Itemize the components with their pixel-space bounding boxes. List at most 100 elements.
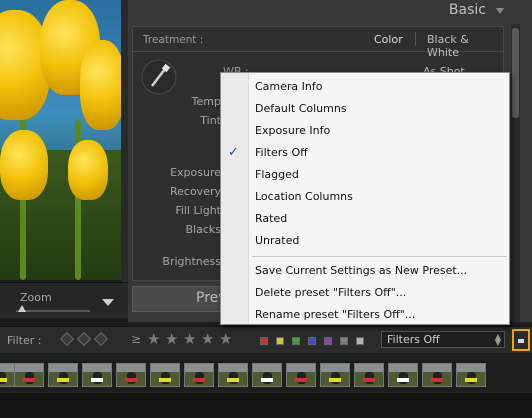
- select-arrows-icon: ▲ ▼: [494, 332, 501, 347]
- filmstrip-thumbnail[interactable]: [116, 363, 146, 387]
- panel-header[interactable]: Basic: [128, 0, 508, 24]
- thumbnail-bike: [91, 378, 103, 382]
- menu-item-filters-off[interactable]: Filters Off: [250, 141, 509, 163]
- photo-tulip: [0, 130, 48, 200]
- thumbnail-bike: [193, 378, 205, 382]
- photo-preview: [0, 0, 121, 280]
- thumbnail-bike: [159, 378, 171, 382]
- filmstrip-thumbnail[interactable]: [82, 363, 112, 387]
- thumbnail-bike: [431, 378, 443, 382]
- filter-preset-select[interactable]: Filters Off ▲ ▼: [381, 331, 505, 348]
- filmstrip-thumbnail[interactable]: [388, 363, 418, 387]
- panel-collapse-icon[interactable]: [496, 8, 504, 14]
- blacks-label: Blacks: [185, 223, 222, 236]
- filmstrip-thumbnail[interactable]: [456, 363, 486, 387]
- color-label-other[interactable]: [340, 337, 348, 345]
- exposure-label: Exposure: [170, 166, 221, 179]
- zoom-slider-thumb[interactable]: [18, 305, 26, 312]
- thumbnail-bike: [295, 378, 307, 382]
- rating-star-icon[interactable]: ★: [147, 330, 160, 348]
- thumbnail-bike: [227, 378, 239, 382]
- menu-item-camera-info[interactable]: Camera Info: [250, 75, 509, 97]
- treatment-row: Treatment : Color Black & White: [133, 27, 503, 59]
- menu-item-location-columns[interactable]: Location Columns: [250, 185, 509, 207]
- thumbnail-sky: [49, 364, 77, 372]
- rating-star-icon[interactable]: ★: [183, 330, 196, 348]
- filmstrip-thumbnail[interactable]: [150, 363, 180, 387]
- filter-bar: Filter : ≥ ★ ★ ★ ★ ★ Filters Off ▲ ▼: [0, 326, 532, 353]
- checkmark-icon: ✓: [228, 145, 239, 160]
- menu-item-save-preset[interactable]: Save Current Settings as New Preset...: [250, 259, 509, 281]
- thumbnail-sky: [457, 364, 485, 372]
- menu-separator: [252, 256, 507, 257]
- menu-gutter: [221, 73, 249, 324]
- thumbnail-sky: [287, 364, 315, 372]
- flag-filter-picked-icon[interactable]: [59, 331, 75, 347]
- rating-star-icon[interactable]: ★: [219, 330, 232, 348]
- rating-star-icon[interactable]: ★: [201, 330, 214, 348]
- filmstrip-thumbnail[interactable]: [354, 363, 384, 387]
- menu-item-exposure-info[interactable]: Exposure Info: [250, 119, 509, 141]
- filmstrip-bottom: [0, 392, 532, 418]
- color-label-purple[interactable]: [324, 337, 332, 345]
- filmstrip: [0, 354, 532, 392]
- color-label-yellow[interactable]: [276, 337, 284, 345]
- previous-button[interactable]: Prev: [132, 286, 226, 312]
- filmstrip-thumbnail[interactable]: [286, 363, 316, 387]
- thumbnail-sky: [321, 364, 349, 372]
- fill-light-label: Fill Light: [175, 204, 221, 217]
- color-label-blue[interactable]: [308, 337, 316, 345]
- filmstrip-thumbnail[interactable]: [14, 363, 44, 387]
- thumbnail-sky: [151, 364, 179, 372]
- lock-icon: [518, 339, 524, 343]
- thumbnail-bike: [23, 378, 35, 382]
- treatment-color-button[interactable]: Color: [374, 33, 403, 46]
- tint-label: Tint: [200, 114, 221, 127]
- filmstrip-thumbnail[interactable]: [48, 363, 78, 387]
- thumbnail-sky: [253, 364, 281, 372]
- zoom-bar: Zoom: [0, 282, 128, 318]
- treatment-bw-button[interactable]: Black & White: [427, 33, 503, 59]
- color-label-green[interactable]: [292, 337, 300, 345]
- thumbnail-sky: [15, 364, 43, 372]
- brightness-label: Brightness: [162, 255, 221, 268]
- menu-item-unrated[interactable]: Unrated: [250, 229, 509, 251]
- thumbnail-bike: [363, 378, 375, 382]
- panel-scrollbar-thumb[interactable]: [512, 28, 519, 118]
- filter-preset-menu: ✓ Camera Info Default Columns Exposure I…: [220, 72, 510, 325]
- thumbnail-bike: [57, 378, 69, 382]
- thumbnail-bike: [465, 378, 477, 382]
- thumbnail-bike: [0, 378, 7, 382]
- menu-item-rename-preset[interactable]: Rename preset "Filters Off"...: [250, 303, 509, 325]
- treatment-label: Treatment :: [143, 34, 204, 46]
- zoom-slider-track[interactable]: [16, 310, 90, 312]
- menu-item-default-columns[interactable]: Default Columns: [250, 97, 509, 119]
- zoom-dropdown-arrow-icon[interactable]: [102, 299, 114, 306]
- eyedropper-icon[interactable]: [141, 58, 177, 96]
- filmstrip-thumbnail[interactable]: [252, 363, 282, 387]
- filter-lock-button[interactable]: [512, 329, 530, 351]
- rating-star-icon[interactable]: ★: [165, 330, 178, 348]
- thumbnail-sky: [83, 364, 111, 372]
- filter-label: Filter :: [7, 334, 42, 347]
- menu-item-flagged[interactable]: Flagged: [250, 163, 509, 185]
- filmstrip-thumbnail[interactable]: [422, 363, 452, 387]
- flag-filter-unflagged-icon[interactable]: [76, 331, 92, 347]
- filmstrip-thumbnail[interactable]: [184, 363, 214, 387]
- thumbnail-sky: [117, 364, 145, 372]
- color-label-none[interactable]: [356, 337, 364, 345]
- photo-tulip: [68, 140, 108, 200]
- thumbnail-sky: [423, 364, 451, 372]
- zoom-label: Zoom: [20, 291, 52, 304]
- color-label-red[interactable]: [260, 337, 268, 345]
- filmstrip-thumbnail[interactable]: [320, 363, 350, 387]
- panel-title: Basic: [448, 2, 486, 18]
- thumbnail-sky: [185, 364, 213, 372]
- menu-item-delete-preset[interactable]: Delete preset "Filters Off"...: [250, 281, 509, 303]
- photo-frame: [121, 0, 128, 290]
- flag-filter-rejected-icon[interactable]: [93, 331, 109, 347]
- rating-operator[interactable]: ≥: [131, 332, 141, 346]
- menu-item-rated[interactable]: Rated: [250, 207, 509, 229]
- thumbnail-bike: [397, 378, 409, 382]
- filmstrip-thumbnail[interactable]: [218, 363, 248, 387]
